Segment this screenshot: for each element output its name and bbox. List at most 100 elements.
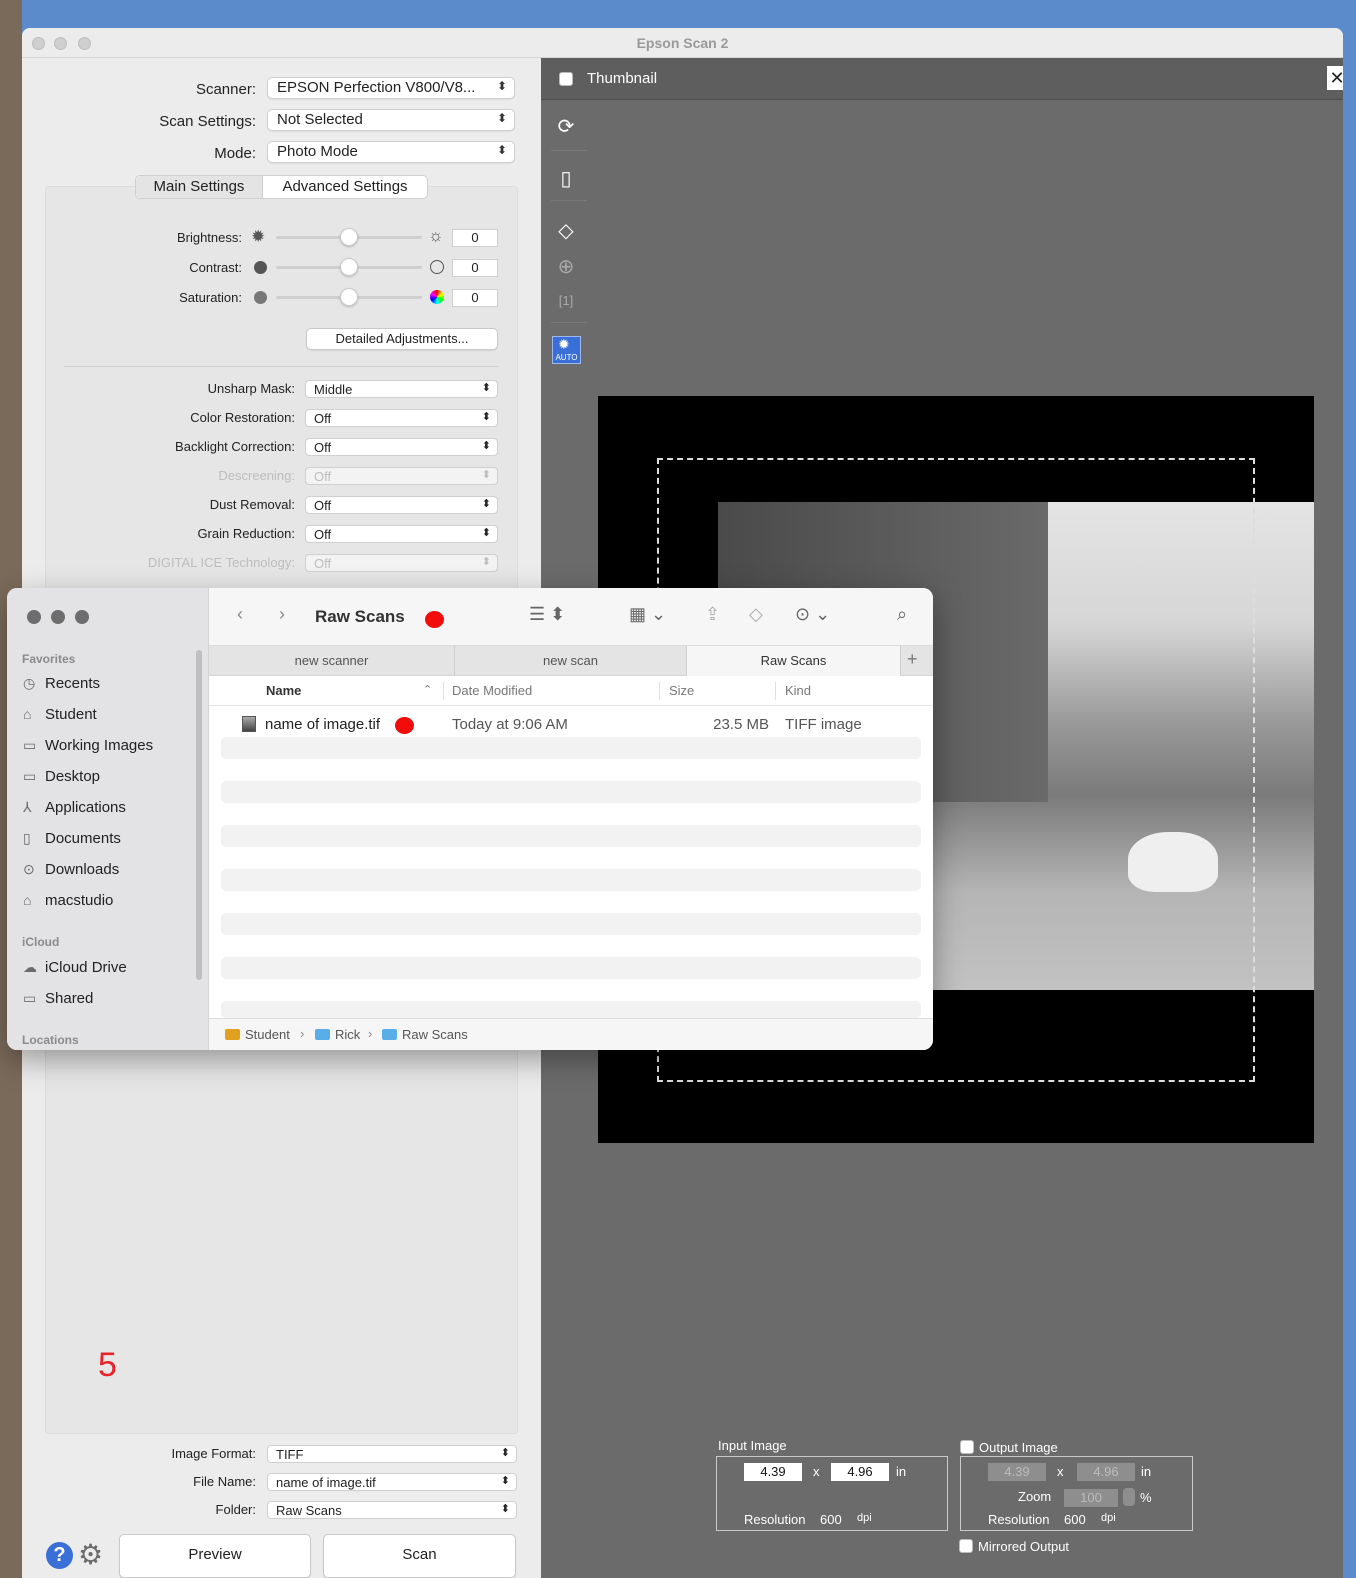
digital-ice-technology-label: DIGITAL ICE Technology: (147, 555, 295, 570)
tab-main-settings[interactable]: Main Settings (136, 176, 263, 198)
list-view-icon[interactable]: ☰ ⬍ (529, 604, 565, 625)
file-kind: TIFF image (785, 716, 862, 733)
erase-marquee-icon[interactable]: ◇ (551, 216, 581, 246)
icloud-heading: iCloud (22, 935, 60, 949)
size-column[interactable]: Size (669, 683, 694, 698)
mode-value: Photo Mode (277, 143, 358, 160)
slider-knob[interactable] (340, 288, 358, 306)
sidebar-item-desktop[interactable]: ▭ Desktop (23, 765, 100, 787)
tab-new-scanner[interactable]: new scanner (209, 646, 455, 676)
more-actions-icon[interactable]: ⊙ ⌄ (795, 604, 830, 625)
path-item-rick[interactable]: Rick (315, 1027, 360, 1042)
folder-label: Folder: (215, 1502, 256, 1517)
tab-advanced-settings[interactable]: Advanced Settings (263, 176, 427, 198)
times-label: x (1057, 1464, 1064, 1479)
output-width-field: 4.39 (988, 1463, 1046, 1481)
sidebar-item-working-images[interactable]: ▭ Working Images (23, 734, 153, 756)
sidebar-item-downloads[interactable]: ⊙ Downloads (23, 858, 119, 880)
zoom-window-button[interactable] (75, 610, 89, 624)
scanner-select[interactable]: EPSON Perfection V800/V8... ⬍ (267, 77, 515, 99)
contrast-value[interactable]: 0 (452, 259, 498, 277)
sun-dark-icon: ✹ (251, 227, 266, 246)
name-column[interactable]: Name (266, 683, 301, 698)
unsharp-mask-label: Unsharp Mask: (207, 381, 295, 396)
path-item-student[interactable]: Student (225, 1027, 290, 1042)
slider-knob[interactable] (340, 228, 358, 246)
output-image-checkbox[interactable] (960, 1440, 974, 1454)
image-format-select[interactable]: TIFF ⬍ (267, 1445, 517, 1463)
forward-icon[interactable]: › (279, 604, 285, 625)
sidebar-item-shared[interactable]: ▭ Shared (23, 987, 93, 1009)
image-format-label: Image Format: (171, 1446, 256, 1461)
scan-button[interactable]: Scan (323, 1534, 516, 1578)
sidebar-item-icloud-drive[interactable]: ☁ iCloud Drive (23, 956, 127, 978)
folder-select[interactable]: Raw Scans ⬍ (267, 1501, 517, 1519)
sidebar-scrollbar[interactable] (196, 650, 202, 980)
tab-new-scan[interactable]: new scan (455, 646, 687, 676)
tab-raw-scans[interactable]: Raw Scans (687, 646, 901, 676)
descreening-select: Off ⬍ (305, 467, 498, 485)
preview-toolbar: ⟳ ▯ ◇ ⊕ [1] AUTO ✹ (541, 100, 591, 400)
back-icon[interactable]: ‹ (237, 604, 243, 625)
backlight-correction-select[interactable]: Off ⬍ (305, 438, 498, 456)
updown-chevron-icon: ⬍ (481, 382, 491, 394)
folder-icon: ▭ (23, 737, 37, 753)
search-icon[interactable]: ⌕ (897, 604, 907, 625)
file-name-select[interactable]: name of image.tif ⬍ (267, 1473, 517, 1491)
share-icon[interactable]: ⇪ (705, 604, 720, 625)
close-icon[interactable]: ✕ (1327, 66, 1343, 90)
color-restoration-select[interactable]: Off ⬍ (305, 409, 498, 427)
thumbnail-checkbox[interactable] (559, 72, 573, 86)
tag-icon[interactable]: ◇ (749, 604, 763, 625)
unsharp-mask-select[interactable]: Middle ⬍ (305, 380, 498, 398)
sun-icon: ✹ (558, 336, 570, 352)
add-marquee-icon[interactable]: ⊕ (551, 252, 581, 282)
locations-heading: Locations (22, 1033, 79, 1047)
color-restoration-label: Color Restoration: (190, 410, 295, 425)
home-icon: ⌂ (23, 892, 32, 908)
finder-toolbar: ‹ › Raw Scans ☰ ⬍ ▦ ⌄ ⇪ ◇ ⊙ ⌄ ⌕ (209, 588, 933, 646)
empty-row (221, 1001, 921, 1018)
saturation-value[interactable]: 0 (452, 289, 498, 307)
slider-knob[interactable] (340, 258, 358, 276)
rotate-icon[interactable]: ⟳ (551, 112, 581, 142)
sidebar-item-label: Student (45, 706, 97, 723)
input-height-field[interactable]: 4.96 (831, 1463, 889, 1481)
mirrored-output-checkbox[interactable] (959, 1539, 973, 1553)
add-tab-icon[interactable]: + (907, 649, 918, 670)
sidebar-item-student[interactable]: ⌂ Student (23, 703, 97, 725)
empty-row (221, 957, 921, 979)
contrast-label: Contrast: (189, 260, 242, 275)
scanner-label: Scanner: (195, 81, 256, 98)
sidebar-item-applications[interactable]: ⅄ Applications (23, 796, 126, 818)
table-row[interactable]: name of image.tif Today at 9:06 AM 23.5 … (209, 712, 933, 738)
drive-icon (225, 1029, 240, 1040)
sidebar-item-macstudio[interactable]: ⌂ macstudio (23, 889, 113, 911)
minimize-window-button[interactable] (51, 610, 65, 624)
mode-select[interactable]: Photo Mode ⬍ (267, 141, 515, 163)
kind-column[interactable]: Kind (785, 683, 811, 698)
sidebar-item-label: Documents (45, 830, 121, 847)
detailed-adjustments-button[interactable]: Detailed Adjustments... (306, 328, 498, 350)
flip-page-icon[interactable]: ▯ (551, 164, 581, 194)
date-column[interactable]: Date Modified (452, 683, 532, 698)
close-window-button[interactable] (27, 610, 41, 624)
brightness-value[interactable]: 0 (452, 229, 498, 247)
gear-icon[interactable]: ⚙ (78, 1538, 103, 1571)
path-item-raw-scans[interactable]: Raw Scans (382, 1027, 468, 1042)
finder-window: Favorites iCloud Locations ◷ Recents ⌂ Stud… (7, 588, 933, 1050)
grain-reduction-select[interactable]: Off ⬍ (305, 525, 498, 543)
dust-removal-select[interactable]: Off ⬍ (305, 496, 498, 514)
sidebar-item-documents[interactable]: ▯ Documents (23, 827, 121, 849)
sidebar-item-recents[interactable]: ◷ Recents (23, 672, 100, 694)
descreening-label: Descreening: (218, 468, 295, 483)
input-width-field[interactable]: 4.39 (744, 1463, 802, 1481)
scan-settings-select[interactable]: Not Selected ⬍ (267, 109, 515, 131)
grid-view-icon[interactable]: ▦ ⌄ (629, 604, 666, 625)
help-icon[interactable]: ? (46, 1542, 73, 1569)
marquee-number-icon[interactable]: [1] (551, 286, 581, 316)
file-name-label: File Name: (193, 1474, 256, 1489)
preview-button[interactable]: Preview (119, 1534, 311, 1578)
favorites-heading: Favorites (22, 652, 76, 666)
output-image-label: Output Image (979, 1440, 1058, 1455)
